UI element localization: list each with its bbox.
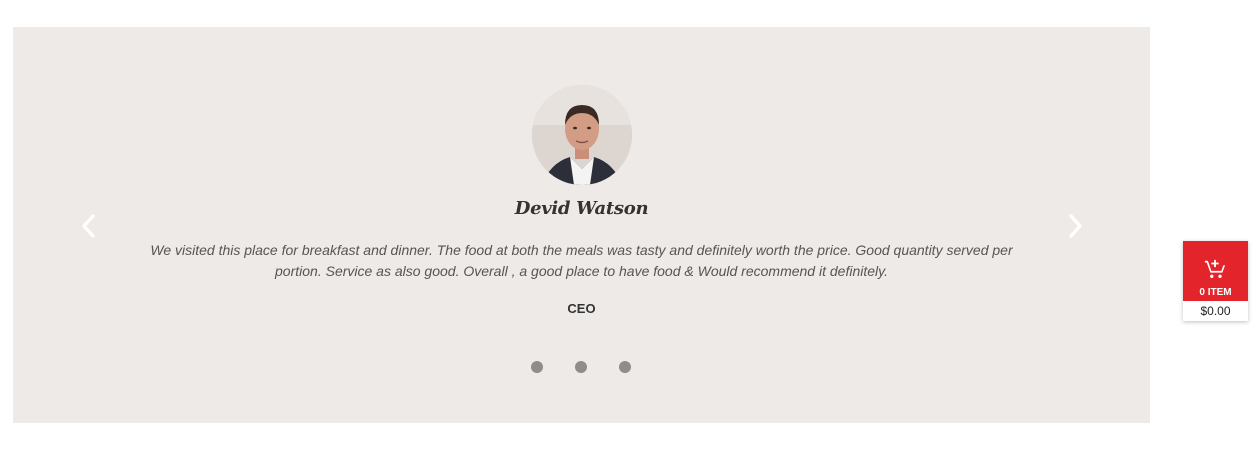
testimonial-quote: We visited this place for breakfast and …: [150, 242, 1013, 279]
testimonial-name: Devid Watson: [514, 198, 649, 219]
mini-cart-header: 0 ITEM: [1183, 241, 1248, 301]
slider-pagination: [13, 361, 1150, 375]
testimonial-avatar: [532, 85, 632, 185]
mini-cart-button[interactable]: 0 ITEM $0.00: [1183, 241, 1248, 321]
chevron-left-icon: [82, 214, 95, 238]
cart-total: $0.00: [1183, 301, 1248, 321]
chevron-right-icon: [1069, 214, 1082, 238]
slider-dot-3[interactable]: [619, 361, 631, 373]
testimonial-role: CEO: [567, 301, 596, 316]
slider-dot-2[interactable]: [575, 361, 587, 373]
slider-next-button[interactable]: [1062, 211, 1088, 241]
person-photo-icon: [532, 85, 632, 185]
cart-item-count: 0 ITEM: [1199, 287, 1232, 298]
page: Devid Watson We visited this place for b…: [0, 0, 1256, 451]
add-to-cart-icon: [1204, 259, 1226, 278]
slider-prev-button[interactable]: [76, 211, 102, 241]
testimonial-slider: Devid Watson We visited this place for b…: [13, 27, 1150, 423]
slider-dot-1[interactable]: [531, 361, 543, 373]
